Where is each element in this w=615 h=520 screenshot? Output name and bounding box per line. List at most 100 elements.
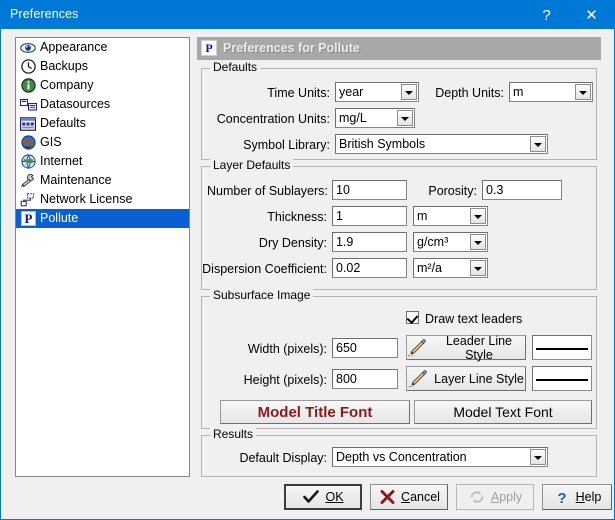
panel-header: P Preferences for Pollute (197, 37, 601, 60)
thickness-label: Thickness: (267, 210, 327, 224)
sidebar-item-label: GIS (40, 135, 62, 149)
sublayers-input[interactable] (332, 180, 407, 200)
sidebar-item-appearance[interactable]: Appearance (16, 38, 189, 57)
sidebar-item-network-license[interactable]: Network License (16, 190, 189, 209)
results-group-title: Results (210, 428, 257, 441)
pencil-icon (408, 369, 430, 388)
titlebar-help-button[interactable]: ? (524, 1, 569, 29)
sidebar-item-maintenance[interactable]: Maintenance (16, 171, 189, 190)
sidebar-item-label: Appearance (40, 40, 108, 54)
chevron-down-icon[interactable] (575, 84, 591, 100)
symbol-library-value: British Symbols (339, 137, 426, 151)
model-title-font-button[interactable]: Model Title Font (220, 400, 410, 424)
dispersion-unit-dropdown[interactable]: m²/a (413, 258, 488, 278)
database-icon (19, 97, 37, 113)
chevron-down-icon[interactable] (470, 208, 486, 224)
sidebar-item-label: Internet (40, 154, 83, 168)
cancel-label: Cancel (401, 489, 440, 504)
concentration-units-value: mg/L (339, 111, 367, 125)
panel-header-title: Preferences for Pollute (223, 41, 360, 55)
dispersion-coefficient-label: Dispersion Coefficient: (202, 262, 327, 276)
sidebar-item-label: Maintenance (40, 173, 112, 187)
sidebar-item-label: Datasources (40, 97, 111, 111)
time-units-value: year (339, 85, 364, 99)
sidebar-item-internet[interactable]: Internet (16, 152, 189, 171)
sidebar-item-label: Company (40, 78, 94, 92)
depth-units-dropdown[interactable]: m (509, 82, 593, 102)
sidebar-item-label: Network License (40, 192, 133, 206)
chevron-down-icon[interactable] (401, 84, 417, 100)
chevron-down-icon[interactable] (530, 449, 546, 465)
thickness-unit-dropdown[interactable]: m (413, 206, 488, 226)
subsurface-group-title: Subsurface Image (210, 289, 314, 302)
pollute-p-icon: P (19, 211, 37, 227)
info-globe-icon (19, 78, 37, 94)
concentration-units-dropdown[interactable]: mg/L (335, 108, 415, 128)
preferences-dialog: Preferences ? ✕ Appearance Backups Compa… (0, 0, 615, 520)
dialog-footer: OK Cancel Apply ? Help (1, 484, 614, 519)
check-icon (302, 489, 320, 505)
chevron-down-icon[interactable] (530, 136, 546, 152)
preferences-detail-panel: P Preferences for Pollute Defaults Time … (197, 37, 601, 477)
default-display-value: Depth vs Concentration (336, 450, 467, 464)
draw-text-leaders-checkbox[interactable] (406, 311, 419, 324)
height-pixels-input[interactable] (332, 369, 398, 389)
default-display-dropdown[interactable]: Depth vs Concentration (332, 447, 548, 467)
porosity-input[interactable] (482, 180, 562, 200)
sidebar-item-pollute[interactable]: P Pollute (16, 209, 189, 228)
cancel-button[interactable]: Cancel (370, 484, 448, 510)
dispersion-unit-value: m²/a (417, 261, 442, 275)
pollute-p-icon: P (201, 40, 217, 56)
refresh-icon (468, 489, 486, 505)
preferences-category-list[interactable]: Appearance Backups Company Datasources D… (15, 37, 190, 477)
dry-density-unit-dropdown[interactable]: g/cm³ (413, 232, 488, 252)
sublayers-label: Number of Sublayers: (207, 184, 328, 198)
model-text-font-label: Model Text Font (453, 404, 553, 420)
sidebar-item-company[interactable]: Company (16, 76, 189, 95)
width-pixels-input[interactable] (332, 338, 398, 358)
apply-label: Apply (490, 489, 523, 504)
window-title-bar: Preferences ? ✕ (1, 1, 614, 29)
dry-density-input[interactable] (332, 232, 407, 252)
thickness-unit-value: m (417, 209, 428, 223)
apply-button[interactable]: Apply (456, 484, 534, 510)
model-text-font-button[interactable]: Model Text Font (414, 400, 592, 424)
wrench-icon (19, 173, 37, 189)
sidebar-item-backups[interactable]: Backups (16, 57, 189, 76)
draw-text-leaders-label: Draw text leaders (425, 312, 523, 326)
layer-defaults-group: Layer Defaults Number of Sublayers: Poro… (201, 159, 597, 290)
layer-line-style-button[interactable]: Layer Line Style (406, 366, 526, 391)
symbol-library-label: Symbol Library: (243, 138, 330, 152)
sidebar-item-datasources[interactable]: Datasources (16, 95, 189, 114)
sidebar-item-defaults[interactable]: Defaults (16, 114, 189, 133)
chevron-down-icon[interactable] (397, 110, 413, 126)
network-icon (19, 192, 37, 208)
eye-icon (19, 40, 37, 56)
symbol-library-dropdown[interactable]: British Symbols (335, 134, 548, 154)
time-units-label: Time Units: (267, 86, 330, 100)
sidebar-item-gis[interactable]: GIS (16, 133, 189, 152)
help-label: Help (575, 489, 602, 504)
layer-defaults-group-title: Layer Defaults (210, 159, 294, 172)
ok-button[interactable]: OK (284, 484, 362, 510)
question-mark-icon: ? (542, 7, 551, 24)
clock-icon (19, 59, 37, 75)
defaults-group-title: Defaults (210, 61, 261, 74)
svg-text:?: ? (557, 490, 566, 505)
chevron-down-icon[interactable] (470, 234, 486, 250)
results-group: Results Default Display: Depth vs Concen… (201, 428, 597, 477)
sidebar-item-label: Backups (40, 59, 88, 73)
depth-units-value: m (513, 85, 524, 99)
leader-line-style-button[interactable]: Leader Line Style (406, 334, 526, 362)
close-icon: ✕ (585, 7, 598, 24)
sidebar-item-label: Pollute (40, 211, 79, 225)
leader-line-style-preview[interactable] (532, 335, 592, 360)
dry-density-unit-value: g/cm³ (417, 235, 449, 249)
help-button[interactable]: ? Help (542, 484, 612, 510)
titlebar-close-button[interactable]: ✕ (569, 1, 614, 29)
layer-line-style-preview[interactable] (532, 366, 592, 391)
thickness-input[interactable] (332, 206, 407, 226)
time-units-dropdown[interactable]: year (335, 82, 419, 102)
dispersion-coefficient-input[interactable] (332, 258, 407, 278)
chevron-down-icon[interactable] (470, 260, 486, 276)
